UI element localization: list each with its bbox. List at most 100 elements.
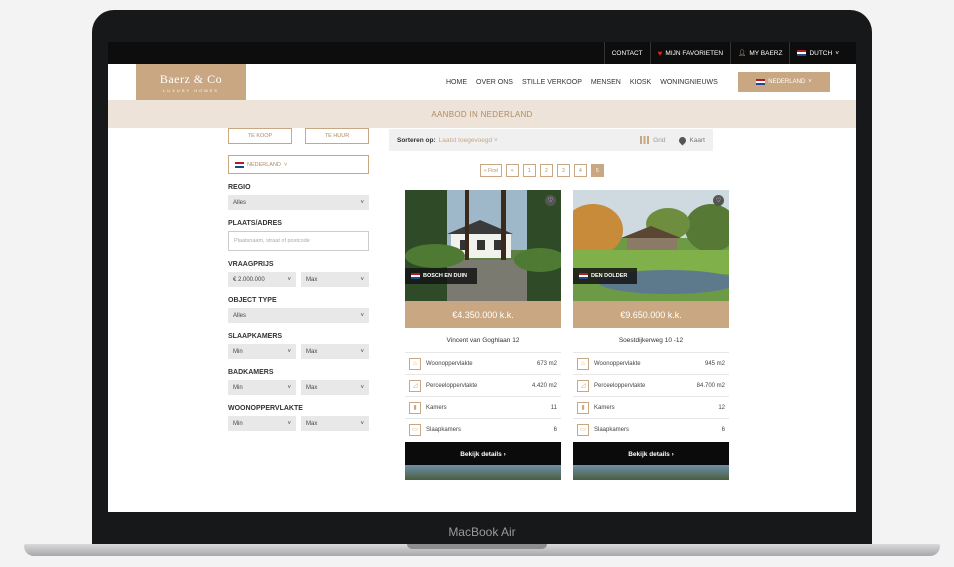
regio-label: REGIO: [228, 184, 251, 191]
menu-item-woningnieuws[interactable]: WONINGNIEUWS: [660, 79, 718, 86]
door-icon: ▮: [577, 401, 589, 414]
contact-link[interactable]: CONTACT: [603, 42, 650, 64]
house-icon: ⌂: [409, 357, 421, 370]
page-title: AANBOD IN NEDERLAND: [431, 109, 533, 119]
page-first[interactable]: « First: [480, 164, 502, 177]
laptop-opening-notch: [407, 544, 547, 549]
te-koop-button[interactable]: TE KOOP: [228, 128, 292, 144]
listing-photo[interactable]: ♡ DEN DOLDER: [573, 190, 729, 301]
chevron-down-icon: ˅: [287, 384, 291, 391]
area-min-select[interactable]: Min ˅: [228, 416, 296, 431]
page-3[interactable]: 3: [556, 164, 570, 177]
bathrooms-max-select[interactable]: Max ˅: [301, 380, 369, 395]
page-1[interactable]: 1: [522, 164, 536, 177]
menu-item-stille-verkoop[interactable]: STILLE VERKOOP: [522, 79, 582, 86]
living-area-label: WOONOPPERVLAKTE: [228, 405, 303, 412]
area-max-select[interactable]: Max ˅: [301, 416, 369, 431]
price-max-select[interactable]: Max ˅: [301, 272, 369, 287]
chevron-down-icon: ˅: [287, 276, 291, 283]
favorites-link[interactable]: ♥ MIJN FAVORIETEN: [649, 42, 730, 64]
page-2[interactable]: 2: [539, 164, 553, 177]
next-listing-photo-peek: [573, 465, 729, 480]
villa-photo-image: [405, 190, 561, 301]
page-prev[interactable]: <: [505, 164, 519, 177]
feature-row: ◿ Perceeloppervlakte 84.700 m2: [573, 374, 729, 396]
menu-item-home[interactable]: HOME: [446, 79, 467, 86]
place-label: PLAATS/ADRES: [228, 220, 282, 227]
chevron-down-icon: ˅: [360, 384, 364, 391]
door-icon: ▮: [409, 401, 421, 414]
place-input[interactable]: Plaatsnaam, straat of postcode: [228, 231, 369, 251]
price-min-select[interactable]: € 2.000.000 ˅: [228, 272, 296, 287]
main-nav: Baerz & Co LUXURY HOMES HOME OVER ONS ST…: [108, 64, 856, 100]
country-selector-button[interactable]: NEDERLAND ˅: [738, 72, 830, 92]
menu-item-over-ons[interactable]: OVER ONS: [476, 79, 513, 86]
heart-icon: ♥: [657, 48, 663, 58]
pagination: « First < 1 2 3 4 5: [480, 164, 604, 177]
chevron-down-icon: ˅: [360, 312, 364, 319]
bedrooms-label: SLAAPKAMERS: [228, 333, 283, 340]
next-listing-photo-peek: [405, 465, 561, 480]
price-label: VRAAGPRIJS: [228, 261, 274, 268]
sort-label: Sorteren op:: [397, 136, 436, 144]
dutch-flag-icon: [797, 50, 807, 56]
te-huur-button[interactable]: TE HUUR: [305, 128, 369, 144]
page-4[interactable]: 4: [573, 164, 587, 177]
listing-card: ♡ DEN DOLDER €9.650.000 k.k. Soestdijker…: [573, 190, 729, 466]
feature-row: ◿ Perceeloppervlakte 4.420 m2: [405, 374, 561, 396]
grid-icon: [640, 136, 651, 144]
chevron-down-icon: ˅: [283, 161, 288, 168]
device-label: MacBook Air: [448, 525, 516, 539]
brand-name: Baerz & Co: [159, 71, 223, 86]
listing-address[interactable]: Soestdijkerweg 10 -12: [573, 328, 729, 352]
bedrooms-max-select[interactable]: Max ˅: [301, 344, 369, 359]
listing-price: €9.650.000 k.k.: [573, 301, 729, 328]
bedrooms-min-select[interactable]: Min ˅: [228, 344, 296, 359]
object-type-select[interactable]: Alles ˅: [228, 308, 369, 323]
sort-select[interactable]: Laatst toegevoegd ˅: [439, 137, 498, 144]
sort-bar: Sorteren op: Laatst toegevoegd ˅ Grid Ka…: [389, 129, 713, 151]
regio-select[interactable]: Alles ˅: [228, 195, 369, 210]
favorite-heart-icon[interactable]: ♡: [713, 195, 724, 206]
grid-view-toggle[interactable]: Grid: [640, 136, 665, 144]
user-icon: 👤︎: [738, 50, 747, 57]
map-pin-icon: [678, 135, 688, 145]
dutch-flag-icon: [756, 79, 766, 85]
chevron-down-icon: ˅: [360, 276, 364, 283]
page-5[interactable]: 5: [590, 164, 604, 177]
dutch-flag-icon: [411, 273, 420, 279]
listing-address[interactable]: Vincent van Goghlaan 12: [405, 328, 561, 352]
primary-menu: HOME OVER ONS STILLE VERKOOP MENSEN KIOS…: [446, 64, 718, 100]
dutch-flag-icon: [579, 273, 588, 279]
chevron-down-icon: ˅: [808, 79, 812, 85]
feature-row: ▭ Slaapkamers 6: [405, 418, 561, 440]
my-account-link[interactable]: 👤︎ MY BAERZ: [730, 42, 789, 64]
listing-photo[interactable]: ♡ BOSCH EN DUIN: [405, 190, 561, 301]
country-filter-select[interactable]: NEDERLAND ˅: [228, 155, 369, 174]
bed-icon: ▭: [577, 423, 589, 436]
chevron-down-icon: ˅: [360, 199, 364, 206]
plot-icon: ◿: [409, 379, 421, 392]
menu-item-kiosk[interactable]: KIOSK: [630, 79, 651, 86]
object-type-label: OBJECT TYPE: [228, 297, 277, 304]
view-details-button[interactable]: Bekijk details ›: [405, 442, 561, 466]
feature-row: ▭ Slaapkamers 6: [573, 418, 729, 440]
chevron-down-icon: ˅: [360, 420, 364, 427]
map-view-toggle[interactable]: Kaart: [678, 135, 705, 145]
house-icon: ⌂: [577, 357, 589, 370]
language-selector[interactable]: DUTCH ˅: [789, 42, 846, 64]
listing-price: €4.350.000 k.k.: [405, 301, 561, 328]
brand-tagline: LUXURY HOMES: [163, 87, 219, 93]
filter-sidebar: TE KOOP TE HUUR NEDERLAND ˅ REGIO Alles ˅ …: [228, 128, 369, 431]
brand-logo[interactable]: Baerz & Co LUXURY HOMES: [136, 64, 246, 100]
bathrooms-min-select[interactable]: Min ˅: [228, 380, 296, 395]
plot-icon: ◿: [577, 379, 589, 392]
feature-row: ▮ Kamers 12: [573, 396, 729, 418]
favorite-heart-icon[interactable]: ♡: [545, 195, 556, 206]
bed-icon: ▭: [409, 423, 421, 436]
view-details-button[interactable]: Bekijk details ›: [573, 442, 729, 466]
chevron-down-icon: ˅: [287, 348, 291, 355]
bathrooms-label: BADKAMERS: [228, 369, 274, 376]
menu-item-mensen[interactable]: MENSEN: [591, 79, 621, 86]
villa-photo-image: [573, 190, 729, 301]
